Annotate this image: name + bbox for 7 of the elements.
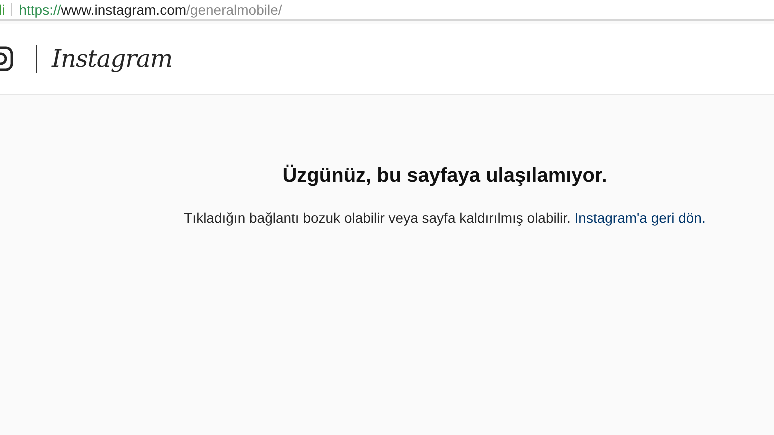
url-text: https://www.instagram.com/generalmobile/ <box>19 2 282 18</box>
security-label: li <box>0 2 6 18</box>
home-link[interactable]: Instagram'a geri dön. <box>574 210 706 226</box>
error-message: Tıkladığın bağlantı bozuk olabilir veya sayfa kaldırılmış olabilir. Instagram'a geri dön. <box>184 210 706 226</box>
address-bar[interactable]: li https://www.instagram.com/generalmobile/ <box>0 0 774 21</box>
instagram-logo[interactable]: Instagram <box>52 45 173 73</box>
error-title: Üzgünüz, bu sayfaya ulaşılamıyor. <box>282 165 608 188</box>
